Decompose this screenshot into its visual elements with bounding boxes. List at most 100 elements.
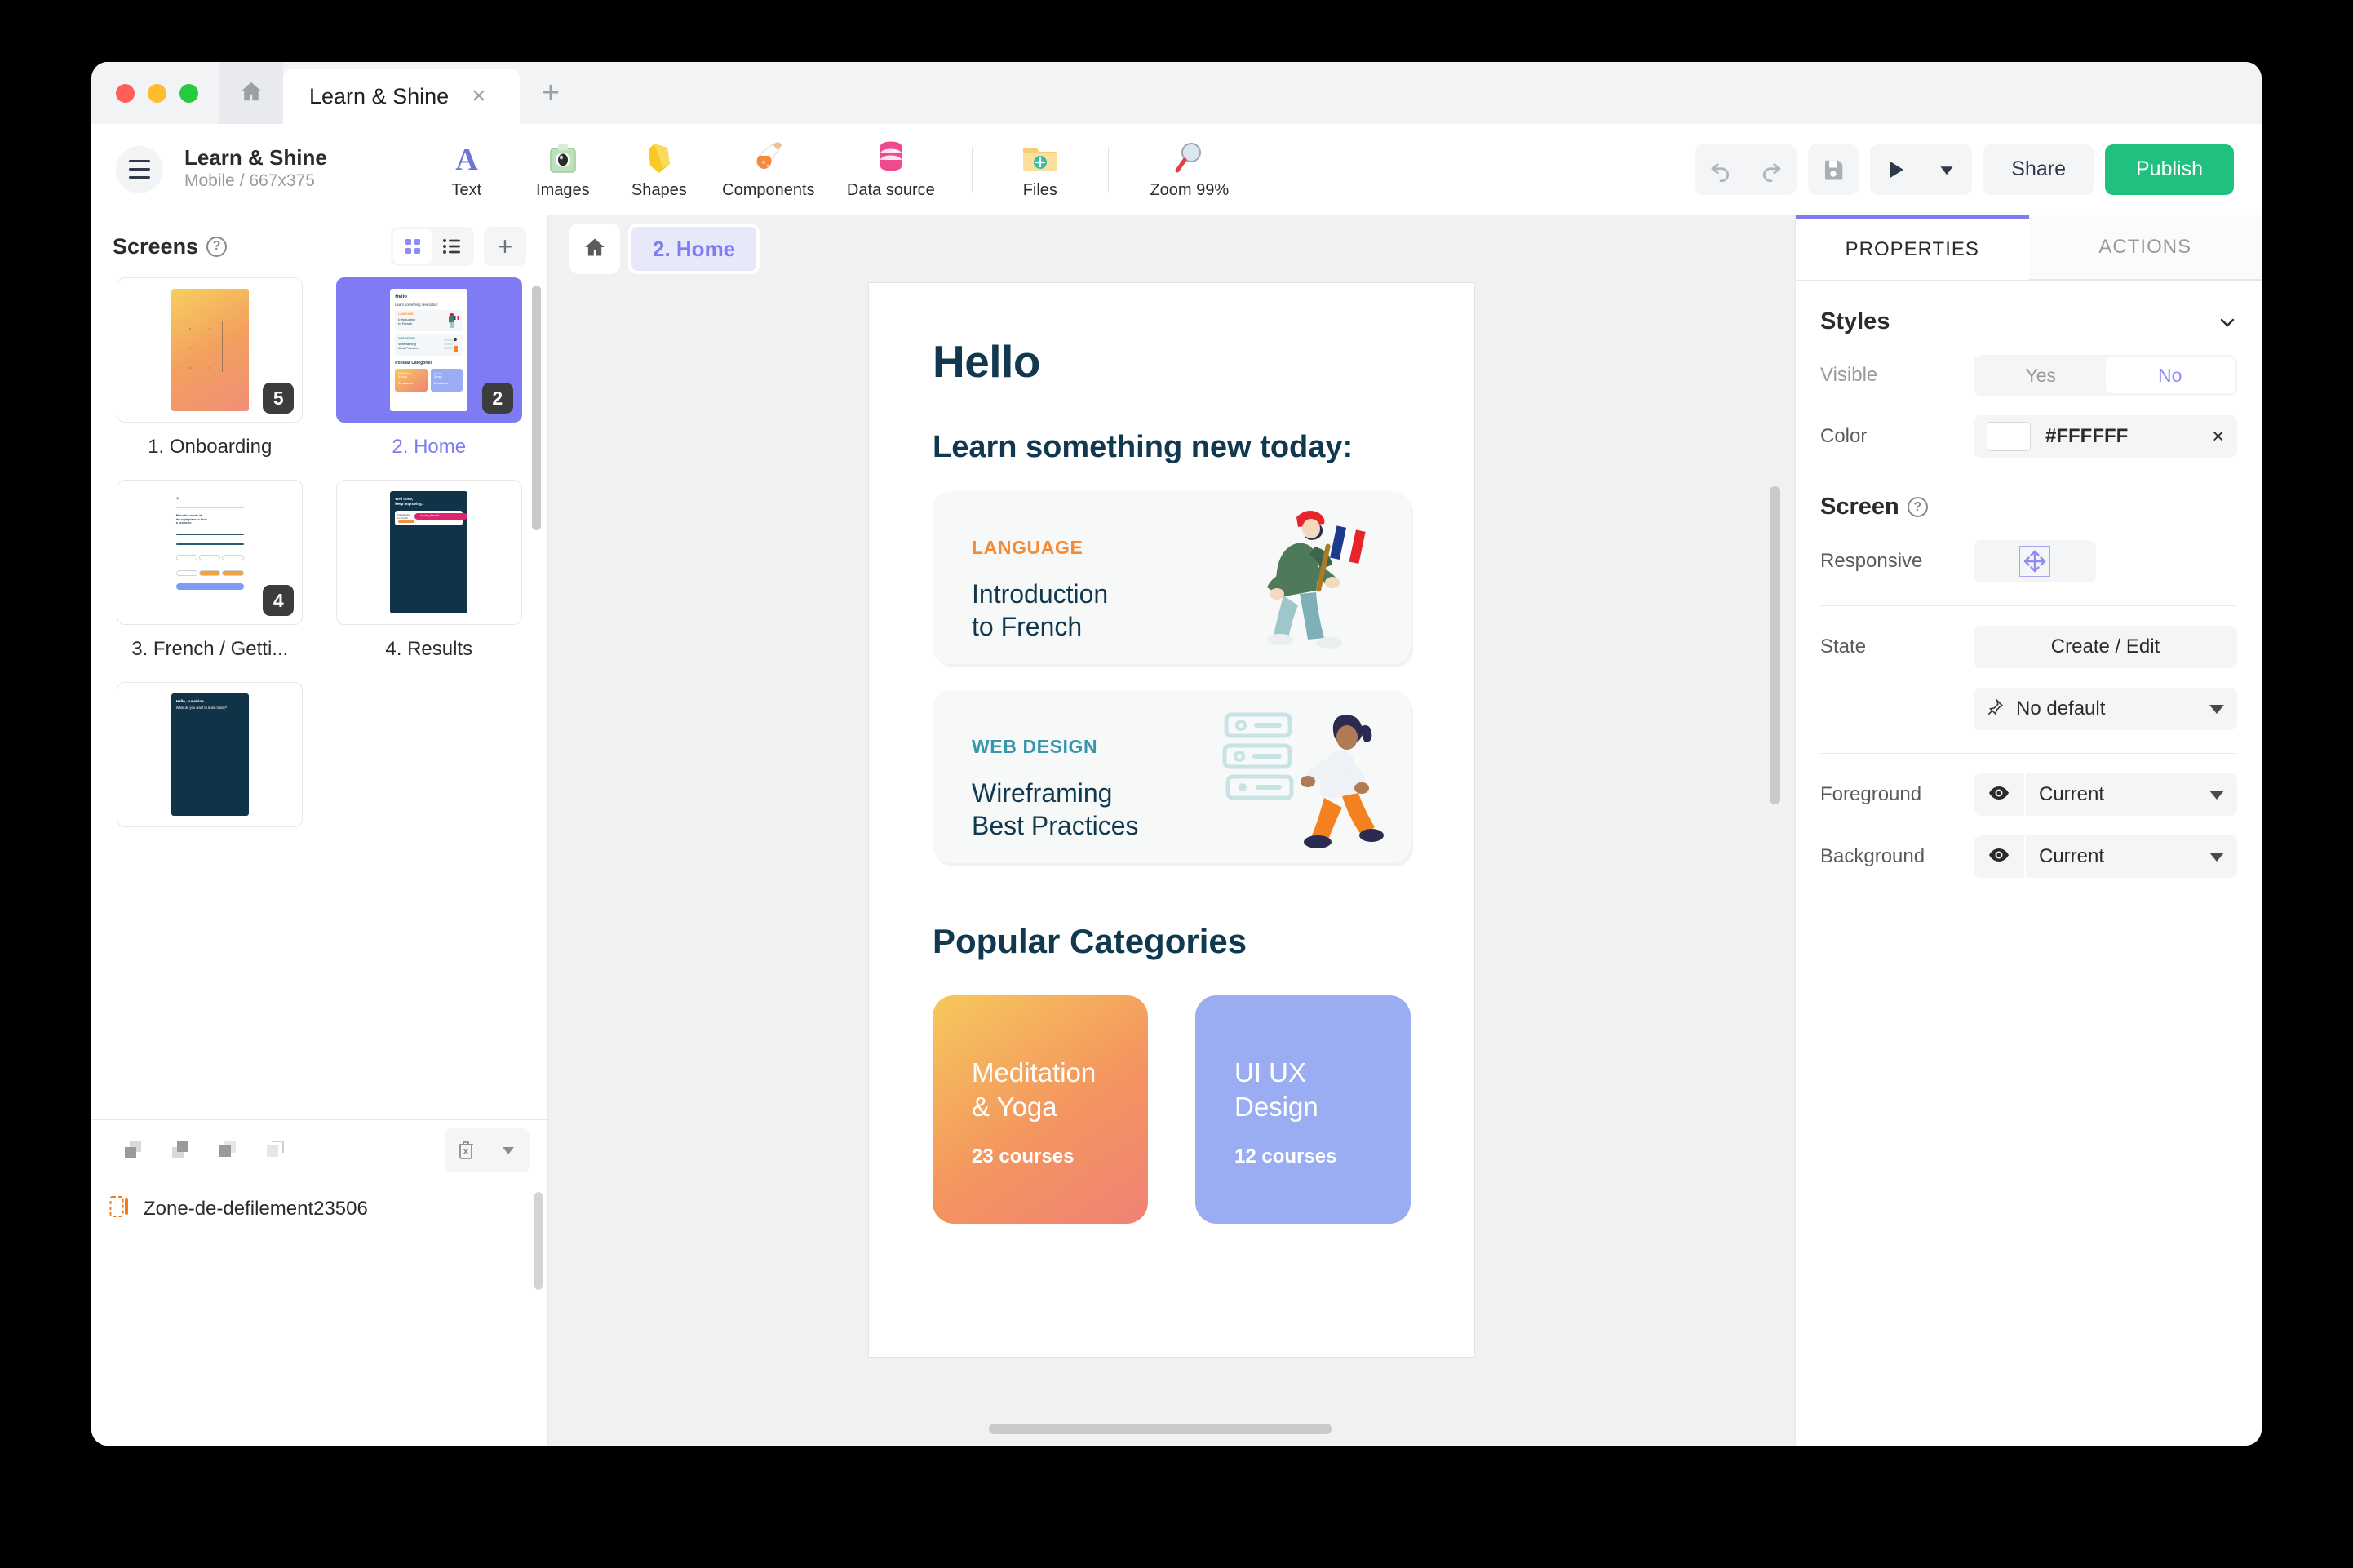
- screen-item[interactable]: Hello, sunshine What do you want to lear…: [113, 682, 308, 827]
- shapes-icon: [643, 140, 676, 177]
- save-icon[interactable]: [1808, 144, 1859, 195]
- bring-forward-icon[interactable]: [204, 1127, 251, 1174]
- screen-thumbnail[interactable]: Hello, sunshine What do you want to lear…: [117, 682, 303, 827]
- tool-files[interactable]: Files: [992, 140, 1088, 200]
- screen-thumbnail[interactable]: Hello Learn something new today: LANGUAG…: [336, 277, 522, 423]
- chevron-down-icon[interactable]: [2209, 705, 2224, 714]
- screen-thumbnail[interactable]: 5: [117, 277, 303, 423]
- course-card-language[interactable]: LANGUAGE Introductionto French: [933, 491, 1411, 664]
- canvas-horizontal-scrollbar[interactable]: [989, 1424, 1332, 1434]
- hamburger-icon[interactable]: [116, 146, 163, 193]
- category-tile-meditation[interactable]: Meditation& Yoga 23 courses: [933, 995, 1148, 1224]
- screen-preview[interactable]: Hello Learn something new today: LANGUAG…: [868, 282, 1475, 1358]
- chevron-down-icon[interactable]: [2209, 791, 2224, 800]
- state-default-row: No default: [1820, 688, 2237, 730]
- breadcrumb-current-screen[interactable]: 2. Home: [628, 224, 760, 274]
- tool-shapes[interactable]: Shapes: [611, 140, 707, 200]
- list-view-icon[interactable]: [432, 229, 472, 264]
- folder-add-icon: [1022, 140, 1058, 177]
- play-icon[interactable]: [1870, 144, 1921, 195]
- state-default-select[interactable]: No default: [1974, 688, 2237, 730]
- visible-yes-option[interactable]: Yes: [1976, 357, 2106, 393]
- delete-icon[interactable]: [445, 1128, 487, 1172]
- state-create-edit-button[interactable]: Create / Edit: [1974, 626, 2237, 668]
- share-button[interactable]: Share: [1983, 144, 2094, 195]
- screens-panel: Screens ?: [91, 215, 548, 1446]
- chevron-down-icon[interactable]: [2209, 853, 2224, 862]
- category-name: UI UXDesign: [1234, 1056, 1411, 1124]
- move-arrows-icon: [2019, 546, 2050, 577]
- layers-scrollbar[interactable]: [534, 1192, 543, 1290]
- foreground-select[interactable]: Current: [2026, 773, 2237, 816]
- screen-item[interactable]: ✕ Place the words atthe right place to f…: [113, 480, 308, 682]
- browser-home-tab[interactable]: [219, 62, 283, 124]
- grid-view-icon[interactable]: [393, 229, 432, 264]
- screen-item[interactable]: 5 1. Onboarding: [113, 277, 308, 480]
- thumb-art-onboarding: [171, 289, 249, 411]
- foreground-visibility-toggle[interactable]: [1974, 773, 2024, 816]
- save-button[interactable]: [1808, 144, 1859, 195]
- toolbar-divider: [972, 147, 973, 193]
- course-card-title: Introductionto French: [972, 578, 1108, 644]
- thumb-art-home: Hello Learn something new today: LANGUAG…: [390, 289, 467, 411]
- color-hex-value[interactable]: #FFFFFF: [2045, 425, 2197, 448]
- tool-data-source[interactable]: Data source: [830, 140, 952, 200]
- screens-scrollbar[interactable]: [532, 286, 541, 530]
- list-item[interactable]: Zone-de-defilement23506: [91, 1180, 547, 1237]
- responsive-label: Responsive: [1820, 550, 1974, 573]
- properties-panel: PROPERTIES ACTIONS Styles Visible Yes: [1795, 215, 2262, 1446]
- screens-list[interactable]: 5 1. Onboarding Hello Learn something ne…: [91, 277, 547, 1119]
- background-visibility-toggle[interactable]: [1974, 835, 2024, 878]
- question-icon[interactable]: ?: [1908, 497, 1928, 517]
- canvas-vertical-scrollbar[interactable]: [1770, 486, 1780, 804]
- align-back-icon[interactable]: [157, 1127, 204, 1174]
- minimize-window-button[interactable]: [148, 84, 166, 103]
- maximize-window-button[interactable]: [179, 84, 198, 103]
- breadcrumb-home-button[interactable]: [569, 224, 620, 274]
- send-backward-icon[interactable]: [251, 1127, 299, 1174]
- layer-name: Zone-de-defilement23506: [144, 1198, 368, 1220]
- tool-images[interactable]: Images: [515, 140, 611, 200]
- color-swatch[interactable]: [1987, 422, 2031, 451]
- styles-section-header[interactable]: Styles: [1820, 308, 2237, 335]
- publish-button[interactable]: Publish: [2105, 144, 2234, 195]
- chevron-down-icon[interactable]: [1921, 144, 1972, 195]
- tab-actions[interactable]: ACTIONS: [2029, 215, 2262, 280]
- tool-text[interactable]: A Text: [419, 140, 515, 200]
- browser-tab[interactable]: Learn & Shine ×: [283, 69, 520, 124]
- undo-icon[interactable]: [1695, 144, 1746, 195]
- app-toolbar: Learn & Shine Mobile / 667x375 A Text: [91, 124, 2262, 215]
- app-window: Learn & Shine × + Learn & Shine Mobile /…: [91, 62, 2262, 1446]
- screen-badge: 5: [263, 383, 294, 414]
- tool-zoom[interactable]: Zoom 99%: [1128, 140, 1251, 200]
- add-screen-button[interactable]: +: [484, 227, 526, 266]
- tool-group: A Text Images: [419, 140, 1251, 200]
- clear-color-icon[interactable]: ×: [2212, 425, 2224, 449]
- screen-thumbnail[interactable]: ✕ Place the words atthe right place to f…: [117, 480, 303, 625]
- responsive-button[interactable]: [1974, 540, 2096, 582]
- course-card-webdesign[interactable]: WEB DESIGN WireframingBest Practices: [933, 690, 1411, 863]
- screen-thumbnail[interactable]: Well done,keep improving. Introductionto…: [336, 480, 522, 625]
- screen-item-selected[interactable]: Hello Learn something new today: LANGUAG…: [332, 277, 527, 480]
- background-value: Current: [2039, 845, 2198, 868]
- close-window-button[interactable]: [116, 84, 135, 103]
- new-tab-button[interactable]: +: [520, 62, 582, 124]
- color-field[interactable]: #FFFFFF ×: [1974, 415, 2237, 458]
- color-row: Color #FFFFFF ×: [1820, 415, 2237, 458]
- canvas-area[interactable]: Hello Learn something new today: LANGUAG…: [548, 282, 1795, 1446]
- screen-item[interactable]: Well done,keep improving. Introductionto…: [332, 480, 527, 682]
- tool-components[interactable]: Components: [707, 140, 830, 200]
- close-icon[interactable]: ×: [472, 84, 486, 109]
- chevron-down-icon[interactable]: [2218, 312, 2237, 332]
- align-front-icon[interactable]: [109, 1127, 157, 1174]
- category-tile-uiux[interactable]: UI UXDesign 12 courses: [1195, 995, 1411, 1224]
- chevron-down-icon[interactable]: [487, 1128, 530, 1172]
- redo-icon[interactable]: [1746, 144, 1797, 195]
- tool-label: Components: [722, 181, 814, 200]
- background-select[interactable]: Current: [2026, 835, 2237, 878]
- tab-properties[interactable]: PROPERTIES: [1796, 215, 2029, 280]
- question-icon[interactable]: ?: [206, 237, 227, 257]
- toolbar-divider: [1108, 147, 1109, 193]
- page-title: Learn & Shine: [184, 146, 327, 171]
- visible-no-option[interactable]: No: [2106, 357, 2236, 393]
